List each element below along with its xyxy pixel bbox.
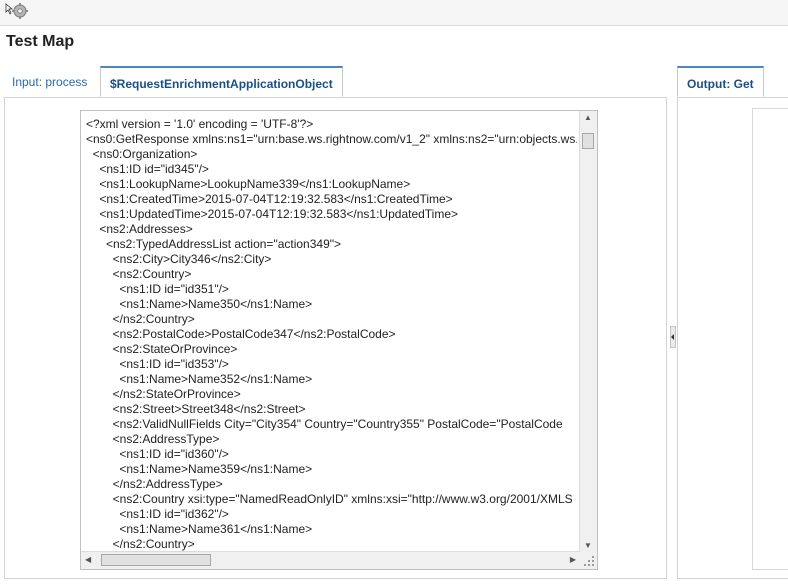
xml-line: <ns2:Country xsi:type="NamedReadOnlyID" … <box>86 492 573 506</box>
xml-line: <ns1:ID id="id362"/> <box>86 507 229 521</box>
horizontal-scrollbar[interactable]: ◀ ▶ <box>81 551 580 569</box>
xml-line: <ns1:CreatedTime>2015-07-04T12:19:32.583… <box>86 192 453 206</box>
top-toolbar <box>0 0 788 26</box>
xml-line: <ns1:ID id="id351"/> <box>86 282 229 296</box>
panel-splitter[interactable] <box>670 326 676 348</box>
gear-icon[interactable] <box>4 1 28 21</box>
tab-output-get[interactable]: Output: Get <box>677 66 764 97</box>
xml-line: <?xml version = '1.0' encoding = 'UTF-8'… <box>86 117 314 131</box>
resize-grip-icon[interactable] <box>580 552 597 569</box>
tab-input-process[interactable]: Input: process <box>4 66 95 97</box>
xml-line: <ns2:Country> <box>86 267 192 281</box>
vertical-scrollbar[interactable]: ▲ ▼ <box>579 111 597 552</box>
xml-line: <ns1:Name>Name350</ns1:Name> <box>86 297 313 311</box>
xml-line: <ns2:ValidNullFields City="City354" Coun… <box>86 417 563 431</box>
vertical-scroll-thumb[interactable] <box>582 133 594 149</box>
tab-request-enrichment-object[interactable]: $RequestEnrichmentApplicationObject <box>100 66 343 97</box>
xml-content: <?xml version = '1.0' encoding = 'UTF-8'… <box>86 117 577 551</box>
output-content-area[interactable] <box>752 108 788 570</box>
xml-line: <ns1:ID id="id345"/> <box>86 162 209 176</box>
xml-line: <ns1:UpdatedTime>2015-07-04T12:19:32.583… <box>86 207 459 221</box>
xml-line: <ns1:Name>Name361</ns1:Name> <box>86 522 313 536</box>
xml-line: <ns2:TypedAddressList action="action349"… <box>86 237 342 251</box>
xml-line: <ns2:City>City346</ns2:City> <box>86 252 272 266</box>
xml-line: </ns2:StateOrProvince> <box>86 387 241 401</box>
xml-line: </ns2:Country> <box>86 537 195 551</box>
xml-line: <ns0:GetResponse xmlns:ns1="urn:base.ws.… <box>86 132 577 146</box>
xml-line: <ns1:Name>Name352</ns1:Name> <box>86 372 313 386</box>
xml-line: </ns2:AddressType> <box>86 477 223 491</box>
xml-line: <ns1:LookupName>LookupName339</ns1:Looku… <box>86 177 411 191</box>
horizontal-scroll-thumb[interactable] <box>101 554 211 566</box>
xml-line: <ns1:Name>Name359</ns1:Name> <box>86 462 313 476</box>
scroll-right-icon[interactable]: ▶ <box>570 555 576 564</box>
xml-line: <ns1:ID id="id360"/> <box>86 447 229 461</box>
scroll-down-icon[interactable]: ▼ <box>584 541 592 550</box>
xml-line: <ns2:PostalCode>PostalCode347</ns2:Posta… <box>86 327 396 341</box>
xml-line: <ns2:AddressType> <box>86 432 220 446</box>
xml-line: <ns2:Street>Street348</ns2:Street> <box>86 402 306 416</box>
xml-line: <ns1:ID id="id353"/> <box>86 357 229 371</box>
xml-text-area[interactable]: <?xml version = '1.0' encoding = 'UTF-8'… <box>80 110 598 570</box>
xml-line: </ns2:Country> <box>86 312 195 326</box>
collapse-left-icon <box>671 334 674 340</box>
xml-line: <ns0:Organization> <box>86 147 198 161</box>
page-title: Test Map <box>6 33 75 50</box>
xml-line: <ns2:StateOrProvince> <box>86 342 238 356</box>
xml-line: <ns2:Addresses> <box>86 222 193 236</box>
scroll-up-icon[interactable]: ▲ <box>584 113 592 122</box>
scroll-left-icon[interactable]: ◀ <box>85 555 91 564</box>
